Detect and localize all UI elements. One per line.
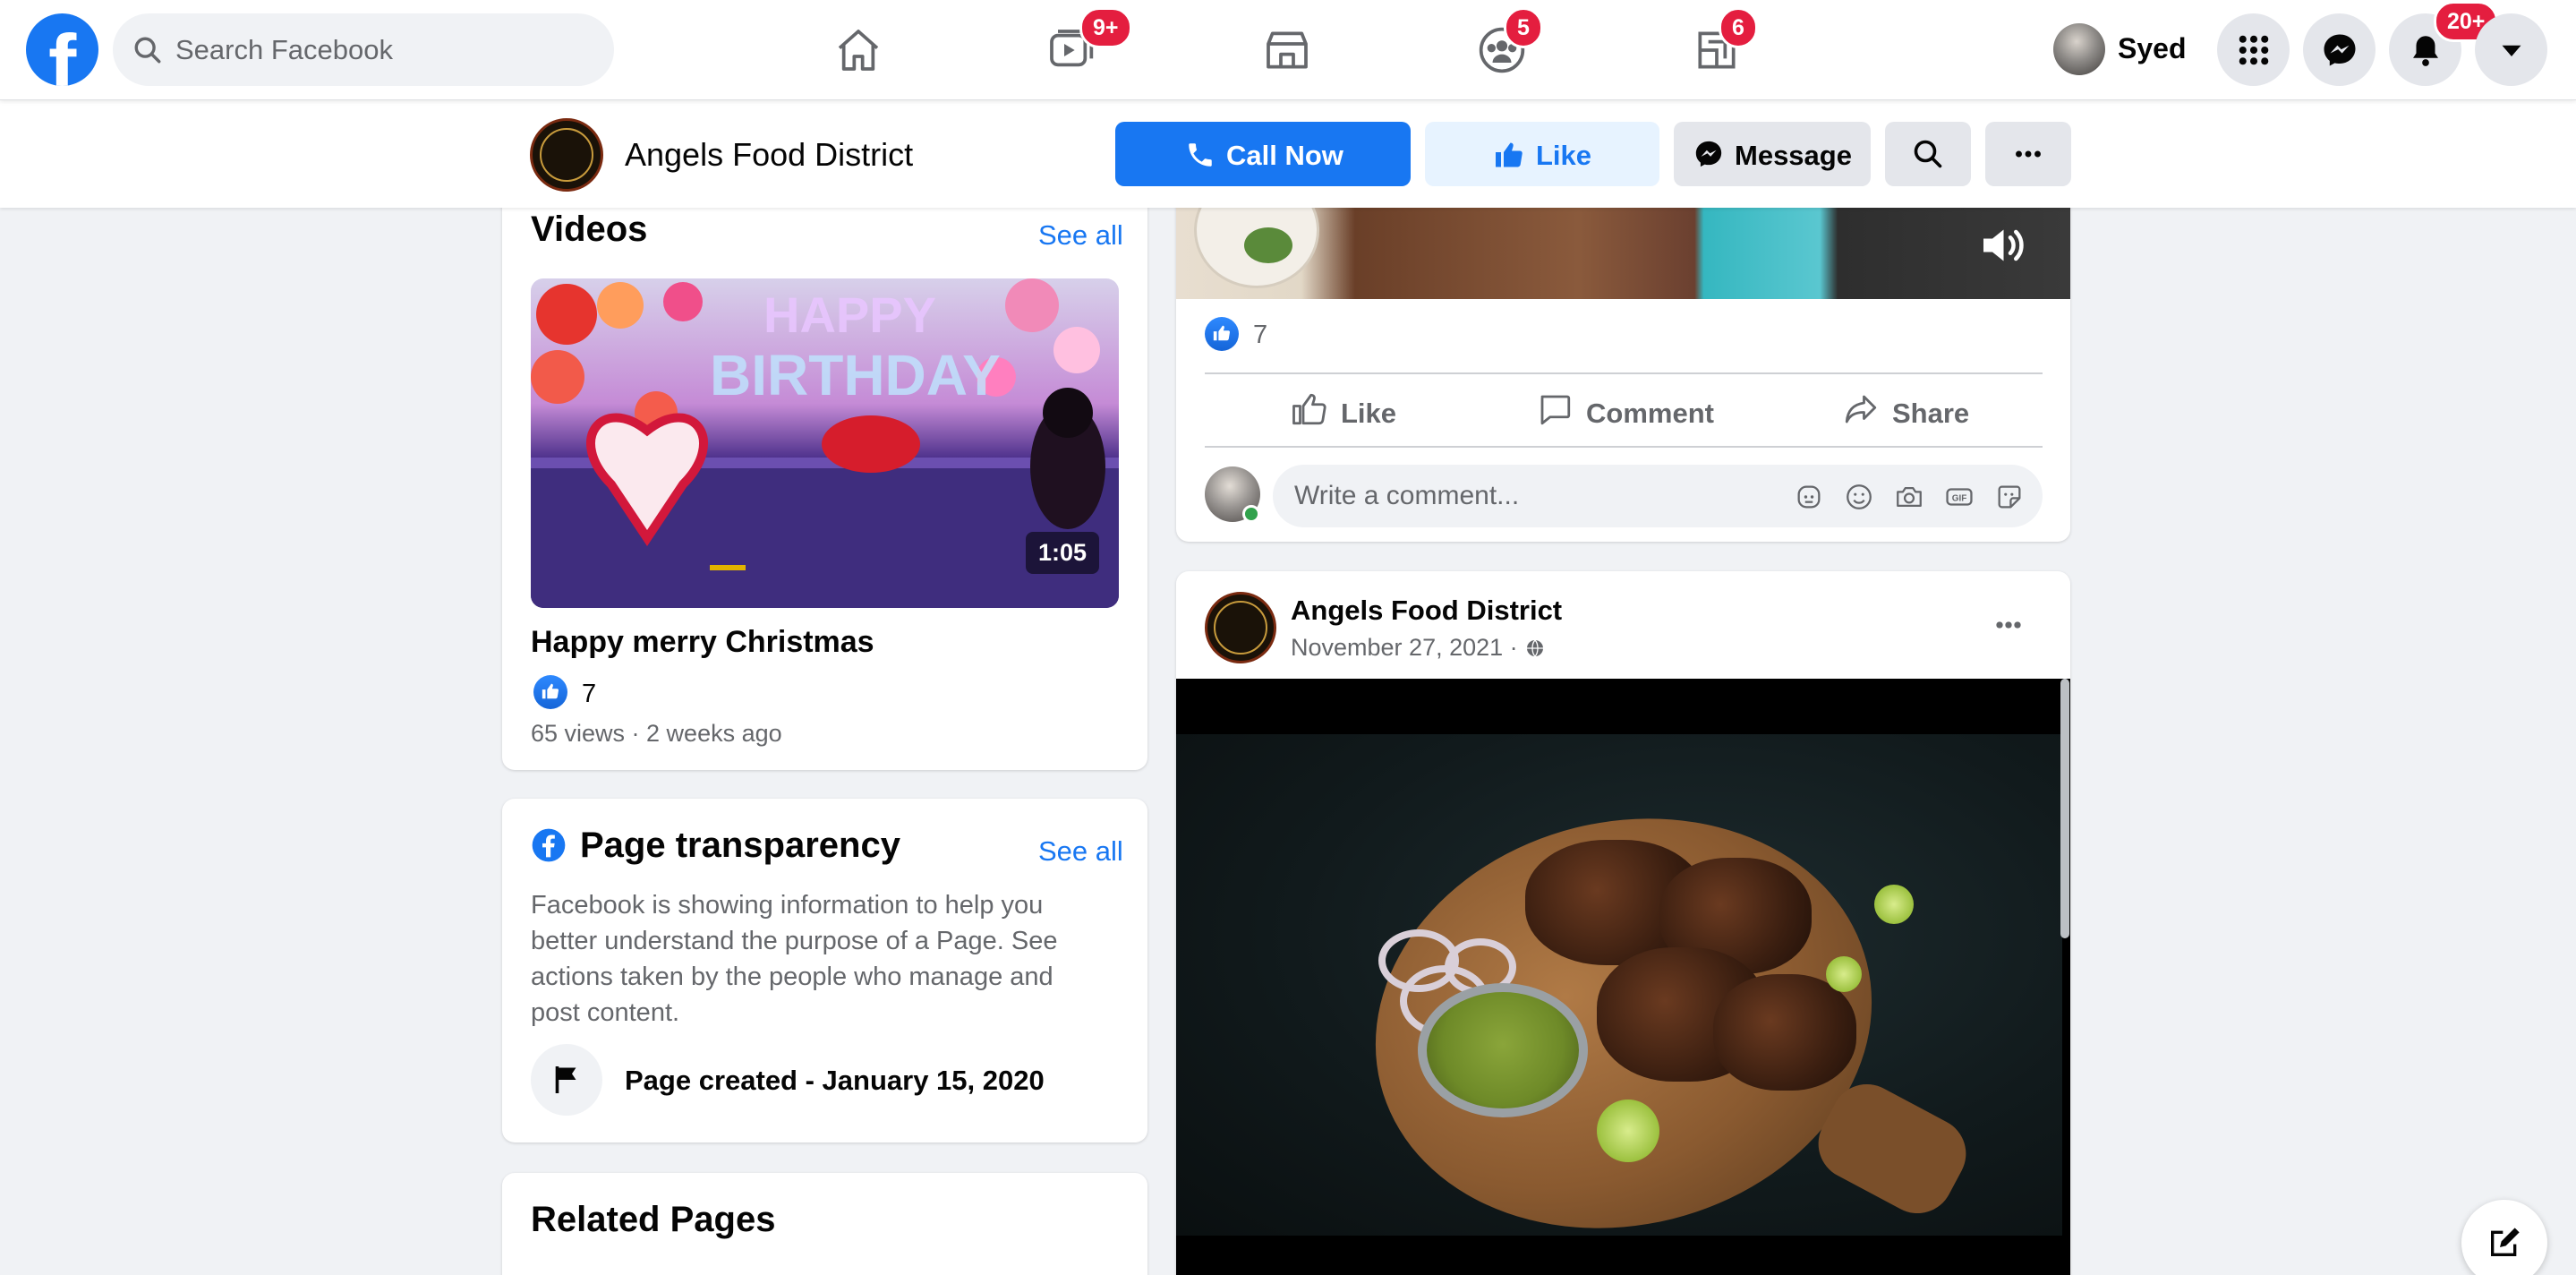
phone-icon: [1189, 143, 1212, 167]
volume-icon[interactable]: [1975, 218, 2028, 272]
call-now-label: Call Now: [1226, 140, 1343, 171]
groups-tab[interactable]: 5: [1470, 7, 1543, 82]
gif-icon[interactable]: GIF: [1944, 482, 1975, 512]
post-media[interactable]: [1176, 208, 2070, 299]
watch-badge: 9+: [1079, 7, 1132, 48]
search-input[interactable]: [175, 13, 587, 86]
comment-icon: [1540, 395, 1571, 425]
share-icon: [1845, 395, 1877, 424]
reaction-count: 7: [1253, 321, 1268, 349]
online-status-dot: [1242, 505, 1260, 523]
post-date[interactable]: November 27, 2021 ·: [1291, 634, 1546, 662]
post-author[interactable]: Angels Food District: [1291, 595, 1562, 627]
more-horizontal-icon: [2016, 150, 2041, 158]
svg-text:GIF: GIF: [1952, 493, 1967, 503]
svg-text:HAPPY: HAPPY: [763, 287, 936, 343]
page-avatar[interactable]: [530, 118, 603, 192]
avatar: [2053, 23, 2105, 75]
caret-down-icon: [2502, 45, 2521, 56]
messenger-icon: [1695, 141, 1722, 167]
gaming-tab[interactable]: 6: [1685, 7, 1758, 82]
new-message-button[interactable]: [2461, 1200, 2547, 1275]
account-button[interactable]: [2475, 13, 2547, 86]
compose-icon: [2491, 1228, 2520, 1256]
post-like-button[interactable]: Like: [1291, 385, 1443, 435]
post-share-label: Share: [1892, 398, 1970, 429]
video-duration: 1:05: [1025, 532, 1099, 574]
videos-see-all-link[interactable]: See all: [1038, 219, 1123, 252]
globe-icon: [1527, 639, 1544, 657]
search-icon: [134, 37, 161, 64]
post-share-button[interactable]: Share: [1842, 385, 2021, 435]
comment-input[interactable]: [1294, 465, 1778, 527]
home-icon: [838, 30, 879, 71]
home-tab[interactable]: [826, 18, 891, 82]
image-scrollbar[interactable]: [2060, 679, 2069, 938]
sticker-icon[interactable]: [1994, 482, 2025, 512]
post-more-icon[interactable]: [1983, 607, 2034, 643]
comment-box[interactable]: GIF: [1273, 465, 2043, 527]
bell-icon: [2413, 36, 2438, 66]
videos-title: Videos: [531, 210, 648, 249]
marketplace-icon: [1267, 31, 1308, 69]
grid-menu-icon: [2239, 35, 2269, 65]
watch-tab[interactable]: 9+: [1038, 7, 1132, 82]
search-icon: [1914, 140, 1942, 168]
gaming-badge: 6: [1719, 7, 1758, 48]
thumbs-up-outline-icon: [1292, 393, 1326, 425]
message-button[interactable]: Message: [1674, 122, 1871, 186]
call-now-button[interactable]: Call Now: [1115, 122, 1411, 186]
svg-text:BIRTHDAY: BIRTHDAY: [710, 343, 1001, 407]
groups-badge: 5: [1504, 7, 1543, 48]
menu-button[interactable]: [2217, 13, 2290, 86]
emoji-icon[interactable]: [1844, 482, 1874, 512]
like-page-button[interactable]: Like: [1425, 122, 1659, 186]
user-name: Syed: [2118, 32, 2187, 64]
marketplace-tab[interactable]: [1255, 18, 1319, 82]
transparency-description: Facebook is showing information to help …: [531, 891, 1058, 1027]
page-search-button[interactable]: [1885, 122, 1971, 186]
post-date-text: November 27, 2021 ·: [1291, 634, 1518, 661]
search-bar[interactable]: [113, 13, 614, 86]
divider: [1205, 446, 2043, 448]
post-like-label: Like: [1341, 398, 1397, 429]
facebook-logo-icon[interactable]: f: [26, 13, 98, 86]
post-comment-button[interactable]: Comment: [1536, 385, 1742, 435]
divider: [1205, 372, 2043, 374]
top-navigation-bar: f 9+ 5 6 Syed 20+: [0, 0, 2576, 100]
related-pages-title: Related Pages: [531, 1200, 776, 1239]
transparency-see-all-link[interactable]: See all: [1038, 835, 1123, 868]
like-reaction-icon: [1205, 317, 1239, 351]
messenger-icon: [2324, 34, 2356, 66]
like-page-label: Like: [1536, 140, 1592, 171]
video-meta: 65 views · 2 weeks ago: [531, 720, 782, 747]
flag-icon-circle: [531, 1044, 602, 1116]
page-more-button[interactable]: [1985, 122, 2071, 186]
page-created-date: Page created - January 15, 2020: [625, 1065, 1045, 1096]
page-name[interactable]: Angels Food District: [625, 136, 913, 174]
notifications-button[interactable]: 20+: [2389, 1, 2499, 86]
page-header-bar: Angels Food District Call Now Like Messa…: [0, 100, 2576, 208]
flag-icon: [555, 1066, 576, 1093]
video-like-count: 7: [582, 680, 597, 708]
page-transparency-title: Page transparency: [580, 826, 900, 865]
page-avatar[interactable]: [1205, 592, 1276, 663]
like-reaction-icon: [533, 675, 567, 709]
messenger-button[interactable]: [2303, 13, 2376, 86]
camera-icon[interactable]: [1894, 482, 1924, 512]
avatar-sticker-icon[interactable]: [1794, 482, 1824, 512]
thumbs-up-icon: [1496, 142, 1523, 167]
post-comment-label: Comment: [1586, 398, 1714, 429]
facebook-badge-icon: [532, 828, 566, 862]
message-label: Message: [1735, 140, 1852, 171]
video-thumbnail[interactable]: HAPPY BIRTHDAY 1:05: [531, 278, 1119, 608]
video-title[interactable]: Happy merry Christmas: [531, 625, 874, 660]
post-photo[interactable]: [1176, 679, 2070, 1275]
